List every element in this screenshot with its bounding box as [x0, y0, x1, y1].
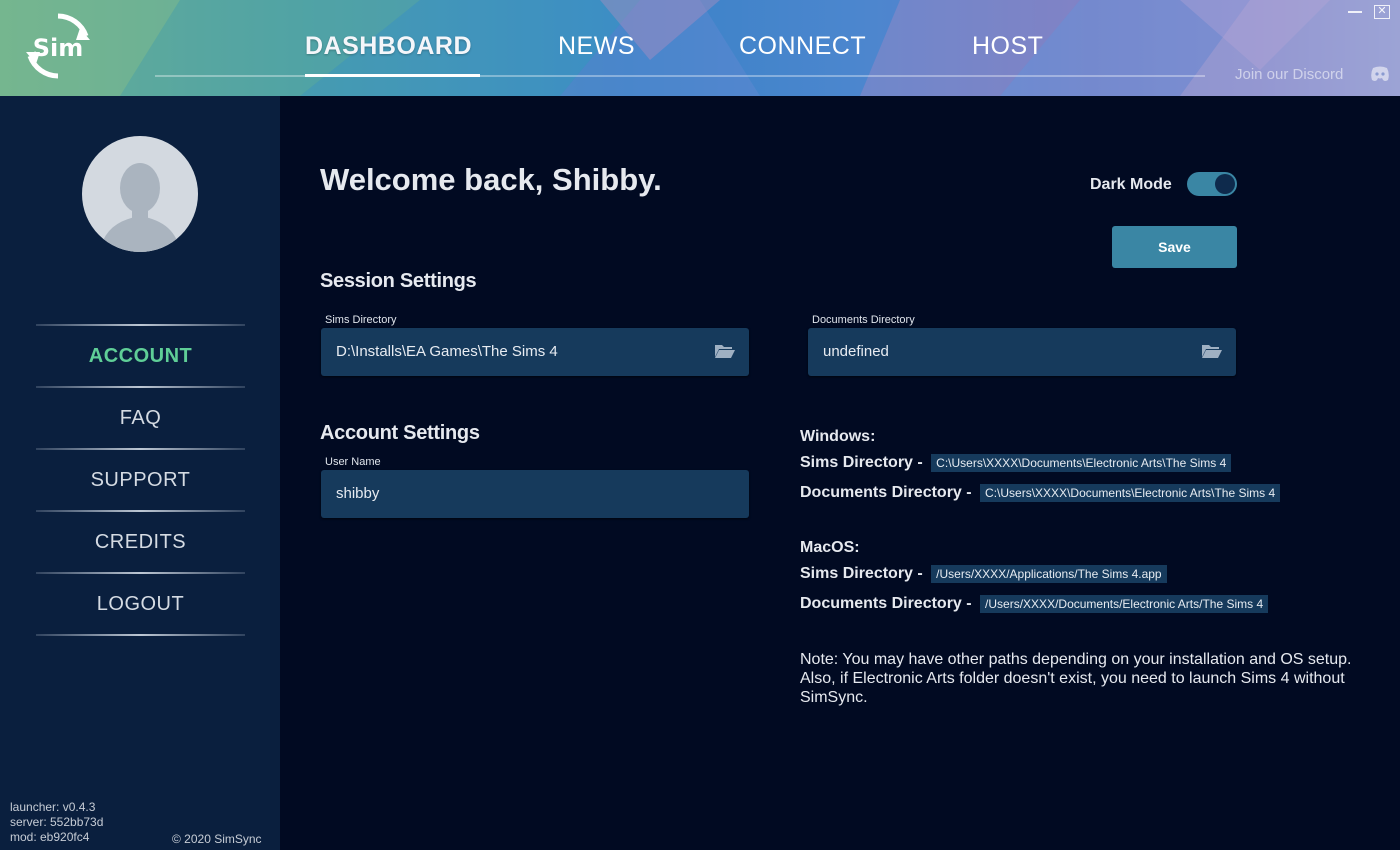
folder-open-icon[interactable] [1201, 343, 1223, 359]
documents-directory-value: undefined [823, 343, 889, 360]
username-label: User Name [325, 456, 381, 468]
account-settings-title: Account Settings [320, 422, 480, 444]
discord-link[interactable]: Join our Discord [1235, 66, 1343, 83]
tab-news[interactable]: NEWS [558, 32, 635, 61]
macos-title: MacOS: [800, 539, 860, 556]
server-version: server: 552bb73d [10, 815, 104, 829]
windows-sims-path-row: Sims Directory - C:\Users\XXXX\Documents… [800, 454, 1232, 472]
sidebar-divider [36, 634, 245, 636]
windows-sims-key: Sims Directory - [800, 454, 923, 471]
windows-sims-path: C:\Users\XXXX\Documents\Electronic Arts\… [931, 454, 1232, 472]
dark-mode-toggle[interactable] [1187, 172, 1237, 196]
nav-active-underline [305, 74, 480, 77]
toggle-knob [1215, 174, 1235, 194]
tab-dashboard[interactable]: DASHBOARD [305, 32, 472, 61]
sims-directory-field[interactable]: D:\Installs\EA Games\The Sims 4 [321, 328, 749, 376]
main-nav: DASHBOARD NEWS CONNECT HOST [155, 0, 1205, 96]
windows-docs-path: C:\Users\XXXX\Documents\Electronic Arts\… [980, 484, 1281, 502]
sims-directory-label: Sims Directory [325, 314, 397, 326]
page-title: Welcome back, Shibby. [320, 162, 662, 197]
dark-mode-label: Dark Mode [1090, 176, 1172, 193]
documents-directory-label: Documents Directory [812, 314, 915, 326]
top-header: Sim DASHBOARD NEWS CONNECT HOST Join our… [0, 0, 1400, 96]
avatar [82, 136, 198, 252]
close-button[interactable]: ✕ [1374, 5, 1390, 19]
folder-open-icon[interactable] [714, 343, 736, 359]
sidebar-nav: ACCOUNT FAQ SUPPORT CREDITS LOGOUT [36, 324, 245, 636]
documents-directory-field[interactable]: undefined [808, 328, 1236, 376]
username-field[interactable]: shibby [321, 470, 749, 518]
sidebar: ACCOUNT FAQ SUPPORT CREDITS LOGOUT launc… [0, 96, 280, 850]
username-value: shibby [336, 485, 380, 502]
sim-sync-logo-icon[interactable]: Sim [22, 10, 94, 82]
macos-sims-path-row: Sims Directory - /Users/XXXX/Application… [800, 565, 1167, 583]
macos-docs-path: /Users/XXXX/Documents/Electronic Arts/Th… [980, 595, 1269, 613]
save-button[interactable]: Save [1112, 226, 1237, 268]
main-content: Welcome back, Shibby. Dark Mode Save Ses… [280, 96, 1400, 850]
svg-text:Sim: Sim [33, 34, 84, 62]
tab-host[interactable]: HOST [972, 32, 1043, 61]
macos-docs-key: Documents Directory - [800, 595, 972, 612]
sidebar-item-credits[interactable]: CREDITS [36, 512, 245, 572]
paths-note: Note: You may have other paths depending… [800, 651, 1352, 706]
launcher-version: launcher: v0.4.3 [10, 800, 96, 814]
macos-sims-path: /Users/XXXX/Applications/The Sims 4.app [931, 565, 1167, 583]
windows-docs-path-row: Documents Directory - C:\Users\XXXX\Docu… [800, 484, 1281, 502]
discord-icon[interactable] [1370, 66, 1390, 82]
sidebar-item-support[interactable]: SUPPORT [36, 450, 245, 510]
windows-title: Windows: [800, 428, 876, 445]
version-info: launcher: v0.4.3 server: 552bb73d mod: e… [10, 800, 103, 845]
macos-sims-key: Sims Directory - [800, 565, 923, 582]
sidebar-item-faq[interactable]: FAQ [36, 388, 245, 448]
user-avatar-icon [100, 163, 180, 252]
windows-docs-key: Documents Directory - [800, 484, 972, 501]
mod-version: mod: eb920fc4 [10, 830, 90, 844]
macos-docs-path-row: Documents Directory - /Users/XXXX/Docume… [800, 595, 1269, 613]
sidebar-item-logout[interactable]: LOGOUT [36, 574, 245, 634]
sidebar-item-account[interactable]: ACCOUNT [36, 326, 245, 386]
session-settings-title: Session Settings [320, 270, 477, 292]
copyright-text: © 2020 SimSync [172, 832, 262, 846]
tab-connect[interactable]: CONNECT [739, 32, 866, 61]
sims-directory-value: D:\Installs\EA Games\The Sims 4 [336, 343, 558, 360]
minimize-button[interactable] [1348, 11, 1362, 13]
